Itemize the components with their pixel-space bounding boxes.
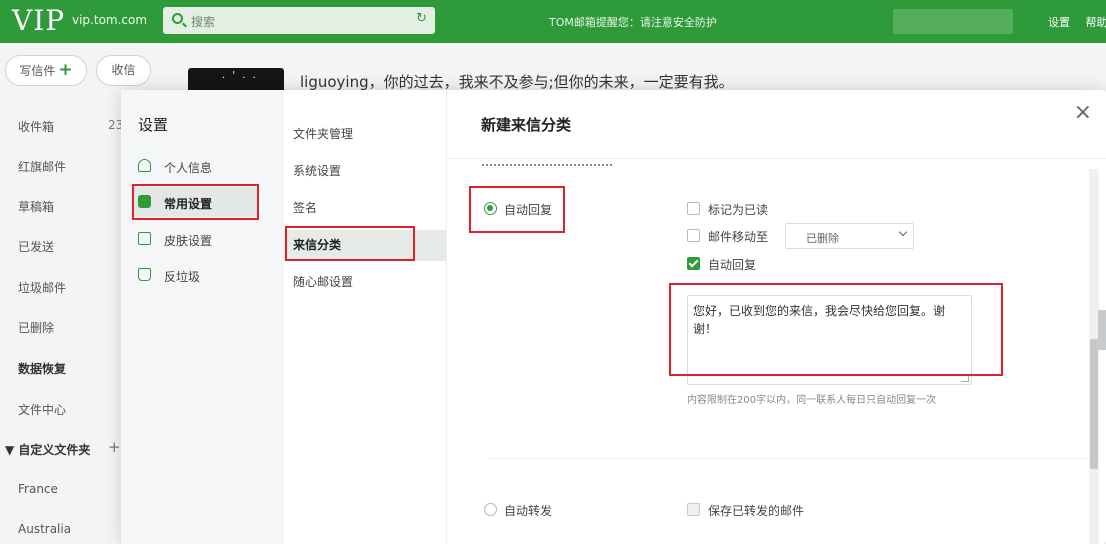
keep-forwarded-checkbox[interactable] (687, 503, 700, 516)
panel-title: 新建来信分类 (481, 116, 572, 134)
auto-reply-checkbox-label: 自动回复 (708, 258, 757, 272)
nav-suixinyou-settings[interactable]: 随心邮设置 (284, 267, 446, 298)
mark-read-checkbox[interactable] (687, 202, 700, 215)
nav-mail-classification[interactable]: 来信分类 (284, 230, 446, 261)
folder-inbox[interactable]: 收件箱 23 (18, 118, 123, 135)
caret-down-icon: ▼ (5, 443, 19, 457)
promo-image (188, 68, 284, 92)
add-folder-icon[interactable]: + (108, 438, 121, 456)
resize-handle-icon[interactable] (961, 374, 969, 382)
close-icon[interactable]: × (1074, 102, 1092, 124)
promo-text: liguoying，你的过去，我来不及参与;但你的未来，一定要有我。 (300, 73, 734, 91)
auto-reply-checkbox[interactable] (687, 257, 700, 270)
vip-logo[interactable]: VIP (12, 4, 65, 37)
scrollbar-thumb[interactable] (1090, 339, 1098, 469)
auto-forward-radio[interactable] (484, 503, 497, 516)
folder-file-center[interactable]: 文件中心 (18, 401, 66, 418)
auto-forward-label: 自动转发 (504, 504, 553, 518)
shield-bag-icon (138, 268, 151, 281)
divider (488, 458, 1090, 459)
nav-skin-settings[interactable]: 皮肤设置 (133, 224, 257, 254)
refresh-icon[interactable]: ↻ (416, 11, 427, 26)
clipped-heading (482, 160, 612, 166)
folder-australia[interactable]: Australia (18, 522, 71, 536)
plus-icon: + (58, 60, 73, 80)
folder-sent[interactable]: 已发送 (18, 238, 54, 255)
compose-button[interactable]: 写信件 + (5, 55, 87, 86)
folder-spam[interactable]: 垃圾邮件 (18, 279, 66, 296)
move-to-checkbox[interactable] (687, 229, 700, 242)
search-input[interactable]: 搜索 (191, 13, 215, 30)
search-icon (172, 13, 183, 24)
auto-reply-radio-label: 自动回复 (504, 203, 553, 217)
move-target-value: 已删除 (806, 232, 839, 245)
reply-limit-hint: 内容限制在200字以内，同一联系人每日只自动回复一次 (687, 395, 937, 406)
keep-forwarded-label: 保存已转发的邮件 (708, 504, 805, 518)
security-notice: TOM邮箱提醒您：请注意安全防护 (549, 16, 717, 29)
chevron-down-icon (898, 227, 908, 237)
nav-anti-spam[interactable]: 反垃圾 (133, 260, 257, 290)
settings-dialog: 设置 个人信息 常用设置 皮肤设置 反垃圾 文件夹管理 系统设置 签名 来信分类… (121, 90, 1106, 544)
help-link[interactable]: 帮助 (1086, 16, 1106, 29)
nav-folder-management[interactable]: 文件夹管理 (284, 119, 446, 150)
folder-data-recovery[interactable]: 数据恢复 (18, 360, 66, 377)
search-box[interactable]: 搜索 ↻ (163, 7, 435, 34)
custom-folder-toggle[interactable]: ▼ 自定义文件夹 (5, 441, 90, 458)
top-links: 设置 帮助 (1048, 14, 1106, 30)
person-icon (138, 159, 151, 172)
compose-label: 写信件 (19, 64, 56, 78)
nav-system-settings[interactable]: 系统设置 (284, 156, 446, 187)
settings-title: 设置 (138, 116, 169, 134)
settings-link[interactable]: 设置 (1048, 16, 1070, 29)
rule-editor-panel: 新建来信分类 × 自动回复 标记为已读 邮件移动至 已删除 自动回复 您好，已收… (447, 90, 1106, 544)
receive-button[interactable]: 收信 (96, 55, 151, 86)
domain-label: vip.tom.com (72, 13, 148, 27)
shirt-icon (138, 232, 151, 245)
nav-common-settings[interactable]: 常用设置 (133, 187, 257, 217)
divider (447, 158, 1106, 159)
mailbox-sidebar: 写信件 + 收信 收件箱 23 红旗邮件 草稿箱 已发送 垃圾邮件 已删除 数据恢… (0, 43, 151, 544)
move-target-select[interactable]: 已删除 (785, 223, 914, 249)
settings-secondary-nav: 文件夹管理 系统设置 签名 来信分类 随心邮设置 (284, 90, 447, 544)
panel-scrollbar[interactable] (1089, 169, 1099, 544)
settings-primary-nav: 设置 个人信息 常用设置 皮肤设置 反垃圾 (121, 90, 284, 544)
auto-reply-radio[interactable] (484, 202, 497, 215)
tag-icon (138, 195, 151, 208)
top-banner[interactable] (893, 9, 1013, 34)
folder-flagged[interactable]: 红旗邮件 (18, 158, 66, 175)
folder-drafts[interactable]: 草稿箱 (18, 198, 54, 215)
page-scrollbar-thumb[interactable] (1098, 310, 1106, 350)
mark-read-label: 标记为已读 (708, 203, 769, 217)
folder-deleted[interactable]: 已删除 (18, 319, 54, 336)
nav-personal-info[interactable]: 个人信息 (133, 151, 257, 181)
move-to-label: 邮件移动至 (708, 230, 769, 244)
top-bar: VIP vip.tom.com 搜索 ↻ TOM邮箱提醒您：请注意安全防护 设置… (0, 0, 1106, 43)
folder-france[interactable]: France (18, 482, 58, 496)
nav-signature[interactable]: 签名 (284, 193, 446, 224)
auto-reply-textarea[interactable]: 您好，已收到您的来信，我会尽快给您回复。谢谢！ (687, 295, 972, 385)
